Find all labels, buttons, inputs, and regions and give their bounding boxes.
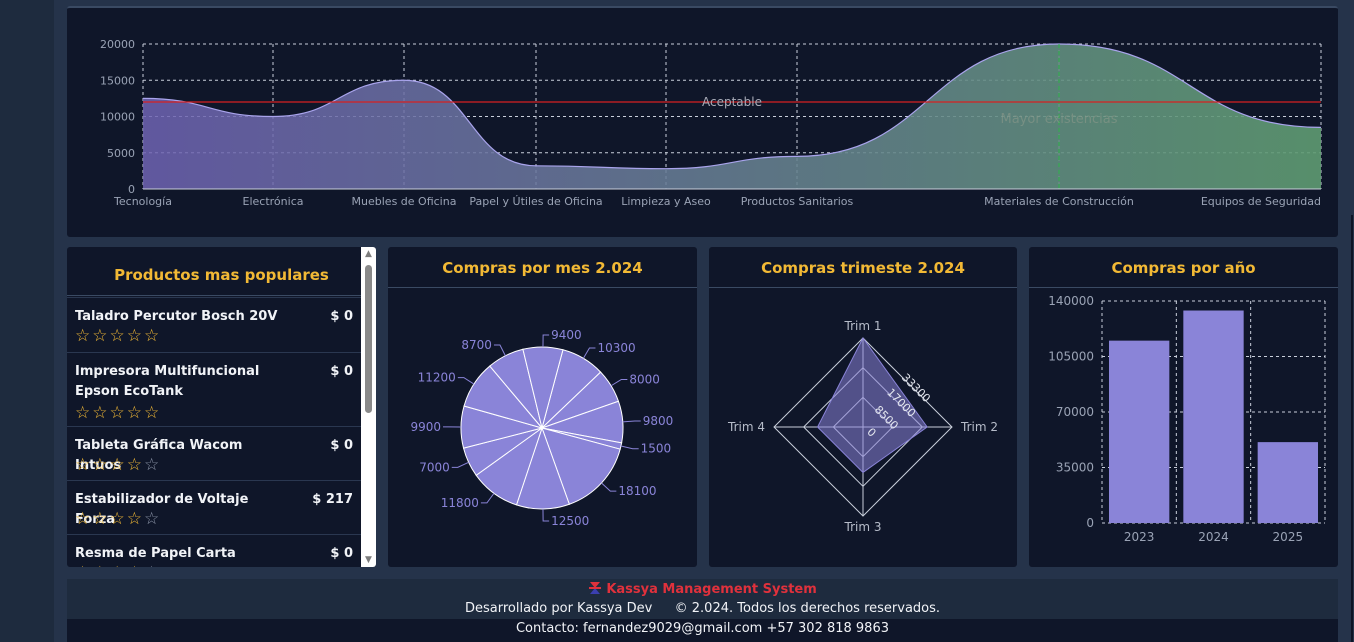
rating-stars: ☆☆☆☆☆ xyxy=(75,564,161,567)
pie-label-line xyxy=(582,347,596,359)
monthly-purchases-pie-chart: 10300 8000 9800 1500 18100 12500 11800 7000 9900… xyxy=(410,328,674,528)
pie-slice-label: 18100 xyxy=(618,484,656,498)
pie-slice-label: 10300 xyxy=(597,341,635,355)
product-item[interactable]: Resma de Papel Carta $ 0 ☆☆☆☆☆ xyxy=(67,534,361,567)
popular-products-panel: Productos mas populares Taladro Percutor… xyxy=(67,247,376,567)
product-item[interactable]: Taladro Percutor Bosch 20V $ 0 ☆☆☆☆☆ xyxy=(67,297,361,352)
x-tick-label: Equipos de Seguridad xyxy=(1201,195,1321,208)
pie-label-line xyxy=(493,344,506,356)
pie-slice-label: 11200 xyxy=(418,371,456,385)
pie-label-line xyxy=(542,508,550,522)
radar-indicator-label: Trim 1 xyxy=(844,319,882,333)
popular-products-title: Productos mas populares xyxy=(114,266,329,284)
footer: Kassya Management System Desarrollado po… xyxy=(67,579,1338,642)
radar-indicator-label: Trim 4 xyxy=(727,420,765,434)
pie-label-line xyxy=(610,378,628,387)
card-divider xyxy=(67,295,361,296)
rating-stars: ☆☆☆☆☆ xyxy=(75,509,162,529)
footer-developer: Desarrollado por Kassya Dev xyxy=(464,601,653,616)
bar xyxy=(1183,310,1244,523)
pie-slice-label: 8700 xyxy=(461,338,492,352)
pie-slice-label: 9400 xyxy=(551,328,582,342)
x-tick-label: Electrónica xyxy=(243,195,304,208)
x-tick-label: 2025 xyxy=(1273,530,1304,544)
product-name: Taladro Percutor Bosch 20V xyxy=(75,309,278,324)
product-price: $ 0 xyxy=(330,364,353,379)
x-tick-label: Materiales de Construcción xyxy=(984,195,1134,208)
scroll-thumb[interactable] xyxy=(365,265,372,413)
pie-label-line xyxy=(480,492,495,504)
product-item[interactable]: Estabilizador de Voltaje Forza $ 217 ☆☆☆… xyxy=(67,480,361,535)
max-marker-label: Mayor existencias xyxy=(1001,112,1118,127)
pie-slice-label: 11800 xyxy=(441,496,479,510)
y-tick-label: 140000 xyxy=(1048,294,1094,308)
quarterly-purchases-radar-chart: Trim 1Trim 2Trim 3Trim 4 085001700033300 xyxy=(727,319,998,534)
y-tick-label: 10000 xyxy=(100,111,135,124)
y-tick-label: 0 xyxy=(1086,516,1094,530)
product-price: $ 0 xyxy=(330,309,353,324)
x-tick-label: Muebles de Oficina xyxy=(352,195,457,208)
kassya-logo-icon xyxy=(589,582,602,594)
y-tick-label: 5000 xyxy=(107,147,135,160)
products-scrollbar[interactable]: ▲ ▼ xyxy=(361,247,376,567)
product-price: $ 0 xyxy=(330,546,353,561)
rating-stars: ☆☆☆☆☆ xyxy=(75,403,162,423)
product-item[interactable]: Impresora Multifuncional Epson EcoTank $… xyxy=(67,352,361,427)
rating-stars: ☆☆☆☆☆ xyxy=(75,326,162,346)
y-tick-label: 70000 xyxy=(1056,405,1094,419)
footer-credits-line: Desarrollado por Kassya Dev © 2.024. Tod… xyxy=(67,601,1338,616)
x-tick-label: 2024 xyxy=(1198,530,1229,544)
product-price: $ 217 xyxy=(312,492,353,507)
bar xyxy=(1109,340,1170,523)
rating-stars: ☆☆☆☆☆ xyxy=(75,455,162,475)
y-tick-label: 35000 xyxy=(1056,461,1094,475)
product-name: Impresora Multifuncional Epson EcoTank xyxy=(75,364,260,399)
footer-brand: Kassya Management System xyxy=(606,582,817,597)
page-scrollbar-edge[interactable] xyxy=(1351,215,1353,642)
pie-label-line xyxy=(601,482,617,492)
stock-area-chart: 20000150001000050000Mayor existenciasAce… xyxy=(100,38,1322,208)
quarterly-purchases-panel: Compras trimeste 2.024 Trim 1 Trim 2 Trim … xyxy=(709,247,1017,567)
product-item[interactable]: Tableta Gráfica Wacom Intuos $ 0 ☆☆☆☆☆ xyxy=(67,426,361,481)
x-tick-label: Productos Sanitarios xyxy=(741,195,854,208)
pie-slice-label: 8000 xyxy=(629,372,660,386)
yearly-purchases-panel: Compras por año 140000 105000 70000 35000 0 2… xyxy=(1029,247,1338,567)
y-tick-label: 105000 xyxy=(1048,350,1094,364)
radar-indicator-label: Trim 2 xyxy=(960,420,998,434)
bar xyxy=(1257,442,1318,523)
pie-slice-label: 9800 xyxy=(643,414,674,428)
pie-label-line xyxy=(542,334,550,348)
footer-brand-line: Kassya Management System xyxy=(67,581,1338,597)
pie-slice-label: 12500 xyxy=(551,514,589,528)
pie-slice-label: 1500 xyxy=(641,442,672,456)
sidebar-rail xyxy=(0,0,54,642)
y-tick-label: 20000 xyxy=(100,38,135,51)
x-tick-label: Limpieza y Aseo xyxy=(621,195,711,208)
scroll-down-icon[interactable]: ▼ xyxy=(361,553,376,567)
pie-slice-label: 7000 xyxy=(419,460,450,474)
radar-indicator-label: Trim 3 xyxy=(844,520,882,534)
monthly-purchases-panel: Compras por mes 2.024 10300 8000 9800 1500 1… xyxy=(388,247,697,567)
pie-label-line xyxy=(622,420,641,423)
footer-contact: Contacto: fernandez9029@gmail.com +57 30… xyxy=(515,621,889,636)
product-price: $ 0 xyxy=(330,438,353,453)
acceptable-label: Aceptable xyxy=(702,95,762,109)
yearly-purchases-bar-chart: 140000 105000 70000 35000 0 2023 2024 2025 xyxy=(1048,294,1326,544)
pie-label-line xyxy=(451,461,469,468)
y-tick-label: 15000 xyxy=(100,74,135,87)
pie-slice-label: 9900 xyxy=(410,420,441,434)
x-tick-label: 2023 xyxy=(1124,530,1155,544)
product-name: Resma de Papel Carta xyxy=(75,546,236,561)
footer-copyright: © 2.024. Todos los derechos reservados. xyxy=(674,601,941,616)
stock-area-chart-panel: 20000 15000 10000 5000 0 Mayor existencias Ace… xyxy=(67,6,1338,237)
x-tick-label: Papel y Útiles de Oficina xyxy=(469,195,602,208)
pie-label-line xyxy=(620,445,639,450)
scroll-up-icon[interactable]: ▲ xyxy=(361,247,376,261)
x-tick-label: Tecnología xyxy=(113,195,172,208)
pie-label-line xyxy=(457,377,475,385)
